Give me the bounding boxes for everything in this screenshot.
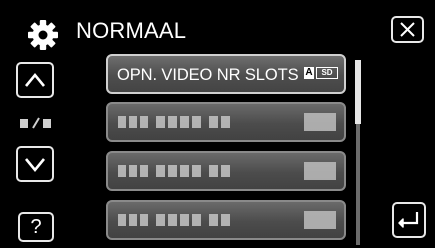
return-icon [398, 212, 419, 228]
scroll-down-button[interactable] [16, 146, 54, 182]
menu-item-placeholder[interactable] [106, 200, 346, 240]
scroll-up-button[interactable] [16, 62, 54, 98]
close-icon [400, 22, 415, 37]
scrollbar-thumb[interactable] [355, 60, 361, 124]
gear-icon [24, 18, 62, 52]
page-indicator [20, 116, 52, 130]
chevron-down-icon [24, 158, 46, 173]
sd-card-icon: SD [316, 67, 338, 79]
help-icon: ? [30, 216, 42, 238]
menu-item-video-slot[interactable]: OPN. VIDEO NR SLOTS A SD [106, 54, 346, 94]
setting-icon [304, 211, 336, 229]
help-button[interactable]: ? [18, 212, 54, 242]
media-badges: A SD [304, 67, 338, 81]
back-button[interactable] [392, 202, 426, 238]
menu-item-label: OPN. VIDEO NR SLOTS [117, 66, 299, 84]
page-title: NORMAAL [76, 18, 187, 43]
setting-icon [304, 113, 336, 131]
auto-mode-icon: A [304, 67, 314, 79]
menu-item-placeholder[interactable] [106, 102, 346, 142]
menu-item-placeholder[interactable] [106, 151, 346, 191]
menu-item-label [118, 116, 233, 128]
menu-item-label [118, 165, 233, 177]
close-button[interactable] [391, 16, 424, 43]
menu-item-label [118, 214, 233, 226]
setting-icon [304, 162, 336, 180]
chevron-up-icon [24, 72, 46, 87]
